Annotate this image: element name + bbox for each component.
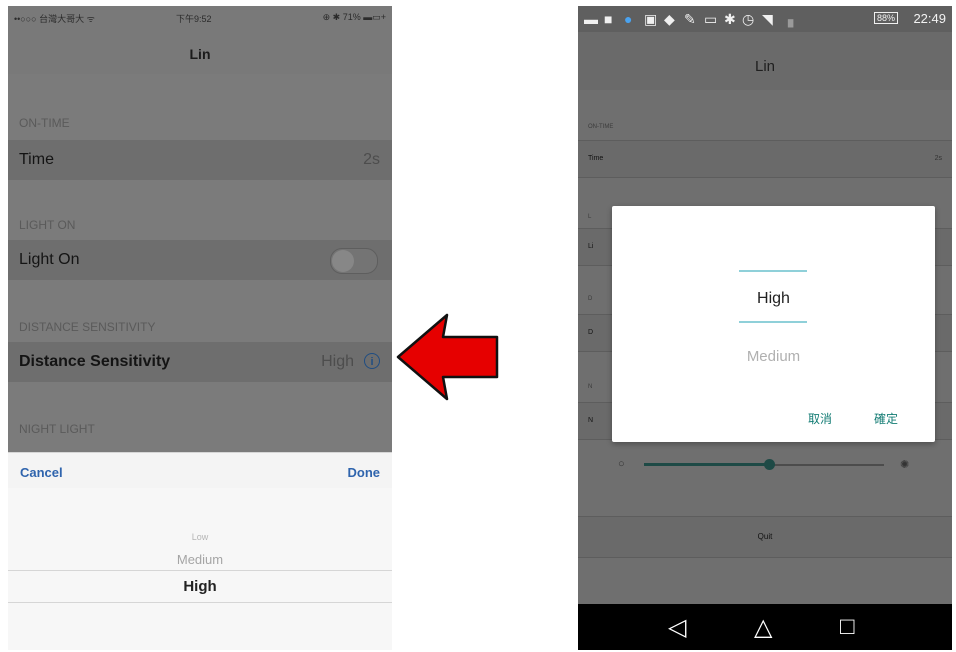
android-row-label: N — [588, 417, 594, 424]
android-nav-bar: ◁ △ □ — [578, 604, 952, 650]
ios-row-distance-sensitivity[interactable]: Distance Sensitivity High i — [8, 342, 392, 382]
sensitivity-picker[interactable]: Low Medium High — [8, 488, 392, 650]
android-section-header: N — [588, 384, 593, 390]
dialog-selection-line — [739, 321, 807, 323]
ios-nav-bar: Lin — [8, 28, 392, 74]
ios-status-bar: ••○○○ 台灣大哥大 ᯤ 下午9:52 ⊕ ✱ 71% ▬▭+ — [8, 6, 392, 28]
alarm-icon: ◷ — [742, 11, 755, 27]
message-icon: ▬ — [584, 11, 598, 27]
android-screenshot: ▬ ■ ● ▣ ◆ ✎ ▭ ✱ ◷ ◥ ▖ 88% 22:49 Lin ON-T… — [578, 6, 952, 650]
red-arrow-icon — [396, 313, 499, 401]
back-icon[interactable]: ◁ — [668, 613, 686, 642]
dialog-cancel-button[interactable]: 取消 — [808, 410, 832, 427]
quit-button[interactable]: Quit — [578, 516, 952, 558]
ios-row-time[interactable]: Time 2s — [8, 140, 392, 180]
dialog-option-selected[interactable]: High — [612, 290, 935, 308]
android-row-label: D — [588, 329, 594, 336]
battery-icon: 88% — [873, 12, 898, 24]
android-row-value: 2s — [934, 155, 942, 162]
cancel-button[interactable]: Cancel — [20, 465, 63, 480]
ios-row-light-on: Light On — [8, 240, 392, 280]
wifi-icon: ◥ — [762, 11, 773, 27]
brightness-low-icon: ○ — [618, 458, 625, 470]
done-button[interactable]: Done — [348, 465, 381, 480]
dialog-confirm-button[interactable]: 確定 — [874, 410, 898, 427]
android-status-bar: ▬ ■ ● ▣ ◆ ✎ ▭ ✱ ◷ ◥ ▖ 88% 22:49 — [578, 6, 952, 32]
ios-row-label: Light On — [19, 251, 80, 268]
browser-icon: ● — [624, 11, 633, 27]
picker-toolbar: Cancel Done — [8, 452, 392, 489]
info-icon[interactable]: i — [364, 353, 380, 369]
dialog-option[interactable]: Medium — [612, 348, 935, 365]
picker-option[interactable]: Low — [8, 532, 392, 542]
ios-settings-list: ON-TIME Time 2s LIGHT ON Light On DISTAN… — [8, 74, 392, 452]
android-section-header: L — [588, 214, 592, 220]
android-row-label: Time — [588, 155, 604, 162]
android-section-header: D — [588, 296, 593, 302]
android-app-bar: Lin — [578, 32, 952, 90]
picker-option[interactable]: Medium — [8, 552, 392, 567]
android-row-label: Li — [588, 243, 594, 250]
ios-page-title: Lin — [189, 46, 211, 62]
ios-row-label: Distance Sensitivity — [19, 353, 171, 370]
ios-screenshot: ••○○○ 台灣大哥大 ᯤ 下午9:52 ⊕ ✱ 71% ▬▭+ Lin ON-… — [8, 6, 392, 650]
gallery-icon: ▣ — [644, 11, 658, 27]
chat-icon: ◆ — [664, 11, 675, 27]
bluetooth-icon: ✱ — [724, 11, 736, 27]
cast-icon: ▭ — [704, 11, 718, 27]
android-clock: 22:49 — [913, 11, 946, 26]
ios-row-value: 2s — [363, 151, 380, 168]
light-on-toggle[interactable] — [330, 248, 378, 274]
picker-selection-line — [8, 570, 392, 571]
ios-row-label: Time — [19, 151, 54, 168]
dialog-selection-line — [739, 270, 807, 272]
picker-option-selected[interactable]: High — [8, 578, 392, 595]
ios-carrier: ••○○○ 台灣大哥大 ᯤ — [14, 14, 95, 24]
sensitivity-dialog: High Medium 取消 確定 — [612, 206, 935, 442]
slider-fill — [644, 463, 769, 466]
android-section-header: ON-TIME — [588, 124, 614, 130]
picker-selection-line — [8, 602, 392, 603]
ios-clock: 下午9:52 — [176, 14, 212, 24]
home-icon[interactable]: △ — [754, 613, 772, 642]
android-page-title: Lin — [754, 58, 776, 75]
ios-row-value: High — [321, 353, 354, 370]
facebook-icon: ■ — [604, 11, 613, 27]
wrench-icon: ✎ — [684, 11, 696, 27]
ios-battery: ⊕ ✱ 71% ▬▭+ — [322, 12, 386, 22]
slider-thumb[interactable] — [764, 459, 775, 470]
brightness-high-icon: ✺ — [900, 459, 910, 471]
signal-icon: ▖ — [788, 11, 799, 27]
recents-icon[interactable]: □ — [840, 613, 855, 641]
brightness-slider[interactable]: ○ ✺ — [614, 458, 914, 472]
android-row-time[interactable]: Time 2s — [578, 140, 952, 178]
